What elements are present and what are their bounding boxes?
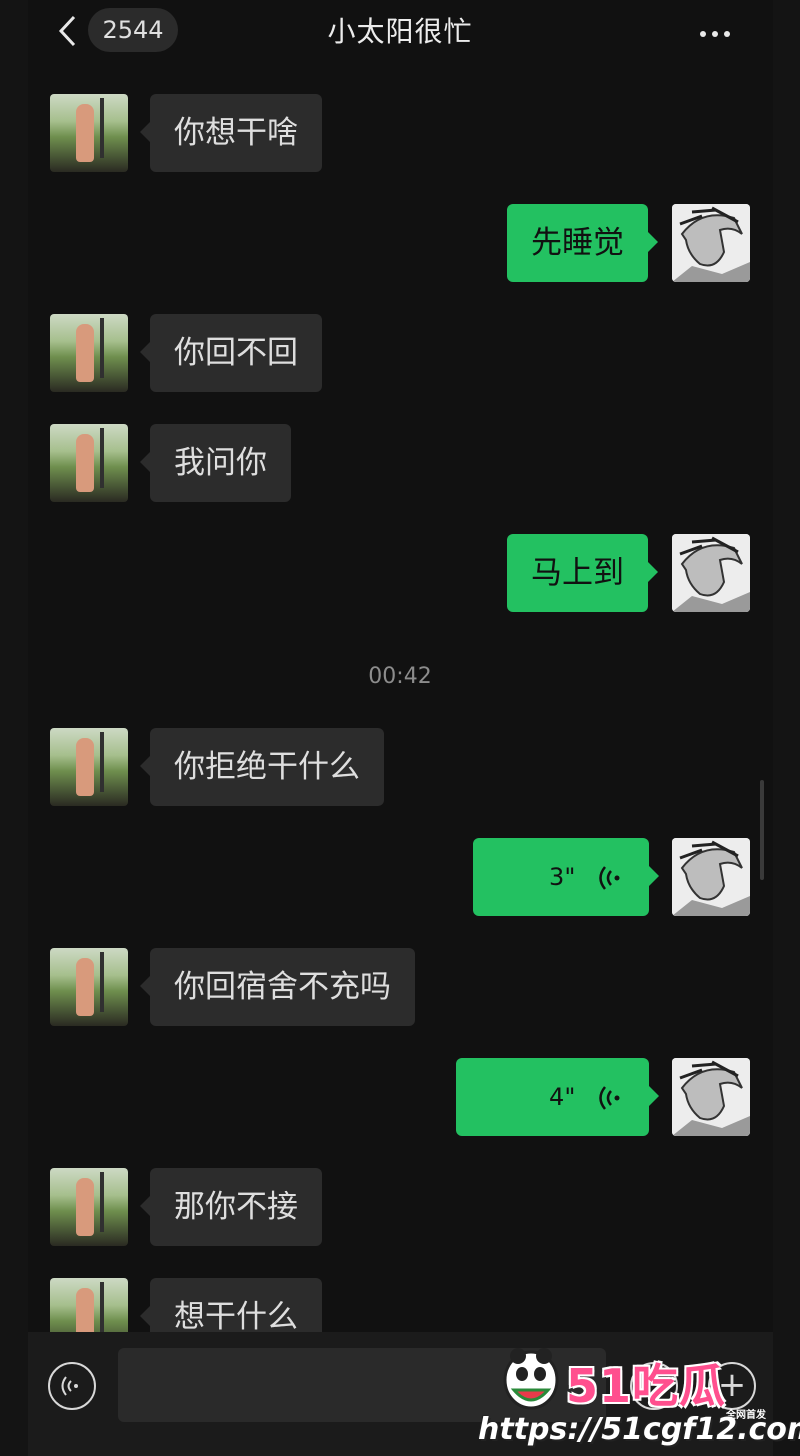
incoming-message[interactable]: 你想干啥 <box>140 94 322 172</box>
unread-count-badge[interactable]: 2544 <box>88 8 178 52</box>
voice-wave-icon <box>599 866 620 890</box>
incoming-message[interactable]: 我问你 <box>140 424 291 502</box>
incoming-message[interactable]: 你回宿舍不充吗 <box>140 948 415 1026</box>
outgoing-message[interactable]: 马上到 <box>507 534 658 612</box>
outgoing-message[interactable]: 先睡觉 <box>507 204 658 282</box>
message-timestamp: 00:42 <box>368 664 432 689</box>
right-border <box>773 0 800 1456</box>
outgoing-voice-message[interactable]: 3" <box>473 838 659 916</box>
left-border <box>0 0 28 1456</box>
incoming-message[interactable]: 你回不回 <box>140 314 322 392</box>
contact-avatar[interactable] <box>50 94 128 172</box>
incoming-message[interactable]: 那你不接 <box>140 1168 322 1246</box>
chat-background <box>28 0 773 1456</box>
watermark-brand: 51吃瓜 <box>566 1359 727 1413</box>
contact-avatar[interactable] <box>50 948 128 1026</box>
my-avatar[interactable] <box>672 838 750 916</box>
outgoing-voice-message[interactable]: 4" <box>456 1058 659 1136</box>
my-avatar[interactable] <box>672 534 750 612</box>
watermark-url: https://51cgf12.com <box>478 1412 800 1447</box>
more-options-icon[interactable] <box>700 22 740 37</box>
contact-avatar[interactable] <box>50 424 128 502</box>
my-avatar[interactable] <box>672 1058 750 1136</box>
watermark-mascot-icon <box>500 1346 562 1412</box>
voice-duration: 4" <box>549 1083 576 1111</box>
voice-duration: 3" <box>549 863 576 891</box>
back-chevron-icon[interactable] <box>56 14 80 48</box>
contact-avatar[interactable] <box>50 314 128 392</box>
my-avatar[interactable] <box>672 204 750 282</box>
voice-input-toggle-icon[interactable] <box>48 1362 96 1410</box>
chat-title: 小太阳很忙 <box>327 15 473 48</box>
contact-avatar[interactable] <box>50 1168 128 1246</box>
scrollbar[interactable] <box>760 780 764 880</box>
contact-avatar[interactable] <box>50 728 128 806</box>
voice-wave-icon <box>599 1086 620 1110</box>
incoming-message[interactable]: 你拒绝干什么 <box>140 728 384 806</box>
